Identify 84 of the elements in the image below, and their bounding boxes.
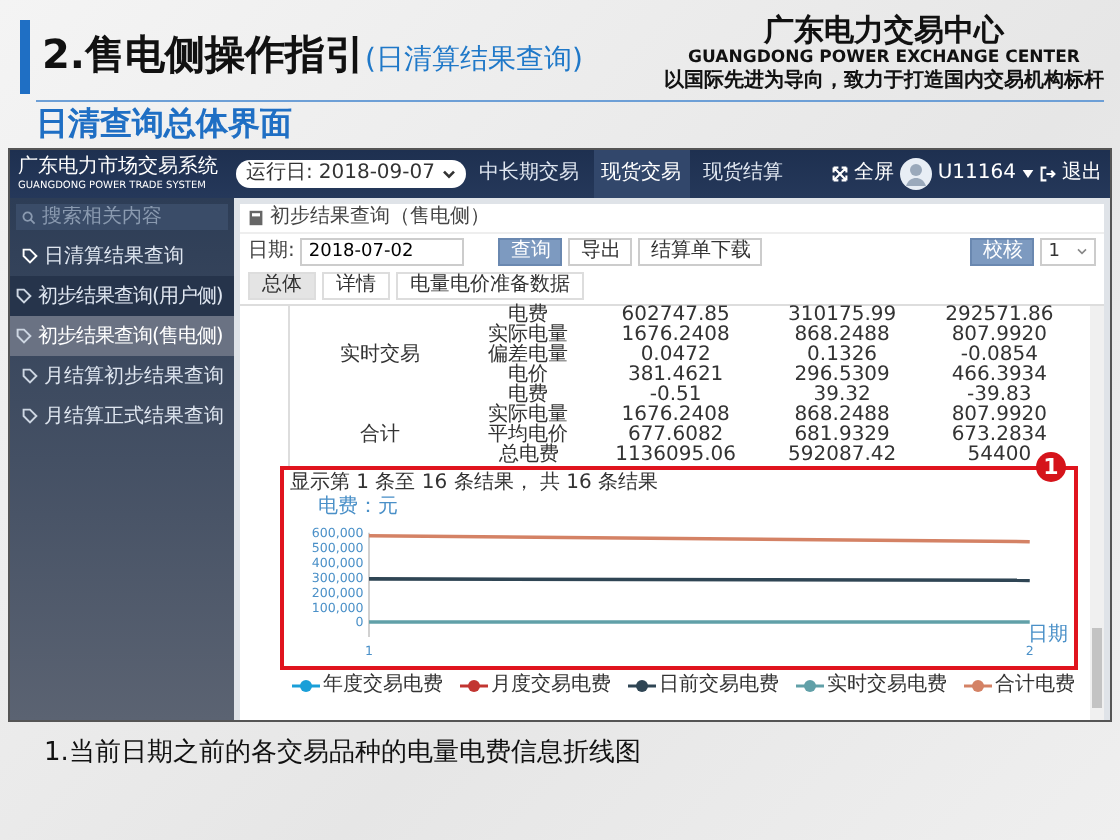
table-cell-text: 807.9920 [949,406,1050,426]
sidebar-item[interactable]: 月结算正式结果查询 [10,396,234,436]
slide-caption: 1.当前日期之前的各交易品种的电量电费信息折线图 [44,736,643,770]
sidebar-item[interactable]: 月结算初步结果查询 [10,356,234,396]
tag-icon [22,408,38,424]
panel-title: 初步结果查询（售电侧） [270,206,490,230]
table-cell: 0.0472 [587,346,764,366]
calculator-icon [248,210,264,226]
logout-icon[interactable] [1040,166,1056,182]
nav-tab[interactable]: 现货结算 [695,150,791,198]
nav-tab[interactable]: 中长期交易 [471,150,587,198]
table-cell-text: 296.5309 [792,366,892,386]
avatar-icon[interactable] [899,158,932,190]
table-cell-text: 381.4621 [625,366,726,386]
org-name: 广东电力交易中心 [761,12,1007,48]
table-cell-text: 673.2834 [949,426,1050,446]
table-cell-text: 292571.86 [943,306,1056,326]
results-info: 显示第 1 条至 16 条结果， 共 16 条结果 [290,472,661,495]
search-icon [22,209,36,225]
table-cell-text: 807.9920 [949,326,1050,346]
table-cell-text: 868.2488 [792,326,892,346]
fullscreen-icon[interactable] [831,166,848,182]
tag-icon [22,368,38,384]
caret-icon [1076,248,1088,256]
table-cell-text: 1676.2408 [619,406,732,426]
nav-tab[interactable]: 现货交易 [593,150,689,198]
table-cell-text: 466.3934 [949,366,1050,386]
tag-icon [16,328,32,344]
slide-title: 2.售电侧操作指引(日清算结果查询) [42,28,583,82]
table-cell-text: 681.9329 [794,426,890,446]
table-cell-text: 592087.42 [786,446,899,466]
fullscreen-label[interactable]: 全屏 [853,162,894,186]
table-cell-text: 310175.99 [786,306,899,326]
date-label: 日期: [248,240,295,264]
org-slogan: 以国际先进为导向，致力于打造国内交易机构标杆 [664,70,1104,94]
caret-icon [441,169,455,179]
system-logo: 广东电力市场交易系统 [18,155,220,179]
org-name-english: GUANGDONG POWER EXCHANGE CENTER [686,48,1082,68]
table-cell: 电费 [470,386,588,406]
legend-label: 日前交易电费 [659,674,779,698]
y-axis-label: 电费：元 [316,496,400,518]
expanded-tag-icon [22,248,38,264]
table-cell: -0.51 [587,386,764,406]
view-tab[interactable]: 电量电价准备数据 [396,272,584,300]
legend-label: 实时交易电费 [827,674,947,698]
date-field[interactable]: 2018-07-02 [300,238,465,266]
page-select[interactable]: 1 [1040,238,1096,266]
table-cell: 合计 [289,406,470,466]
sidebar-item[interactable]: 日清算结果查询 [10,236,234,276]
table-cell-text: 1676.2408 [619,326,732,346]
legend-label: 合计电费 [995,674,1075,698]
table-cell-text: 实际电量 [486,406,571,426]
x-axis-label: 日期 [1028,624,1068,646]
table-cell: 0.1326 [763,346,921,366]
table-cell-text: 平均电价 [486,426,571,446]
table-cell-text: 602747.85 [619,306,732,326]
table-cell: 39.32 [763,386,921,406]
view-tab[interactable]: 详情 [322,272,390,300]
view-tab[interactable]: 总体 [248,272,316,300]
legend-label: 月度交易电费 [491,674,611,698]
table-cell-text: 电价 [506,366,551,386]
scrollbar[interactable] [1090,306,1104,720]
table-cell-text: 868.2488 [792,406,892,426]
logout-link[interactable]: 退出 [1062,162,1102,186]
tag-icon [16,288,32,304]
slide-subtitle: 日清查询总体界面 [36,104,294,144]
action-button[interactable]: 结算单下载 [638,238,763,266]
annotation-badge: 1 [1036,452,1066,482]
table-cell-text: 1136095.06 [613,446,739,466]
table-cell: 电费 [470,306,588,326]
table-cell: 实时交易 [289,306,470,406]
sidebar-subitem[interactable]: 初步结果查询(用户侧) [10,276,234,316]
table-cell: 677.6082 [587,426,764,446]
table-cell-text: 偏差电量 [486,346,571,366]
table-cell: -0.0854 [920,346,1078,366]
user-menu[interactable]: U11164 [937,162,1016,186]
action-button[interactable]: 导出 [568,238,633,266]
legend-label: 年度交易电费 [323,674,443,698]
table-cell-text: 实际电量 [486,326,571,346]
table-cell: -39.83 [920,386,1078,406]
table-cell-text: 总电费 [496,446,561,466]
caret-icon [1022,170,1034,178]
sidebar-subitem[interactable]: 初步结果查询(售电侧) [10,316,234,356]
run-day-picker[interactable]: 运行日: 2018-09-07 [236,160,465,188]
